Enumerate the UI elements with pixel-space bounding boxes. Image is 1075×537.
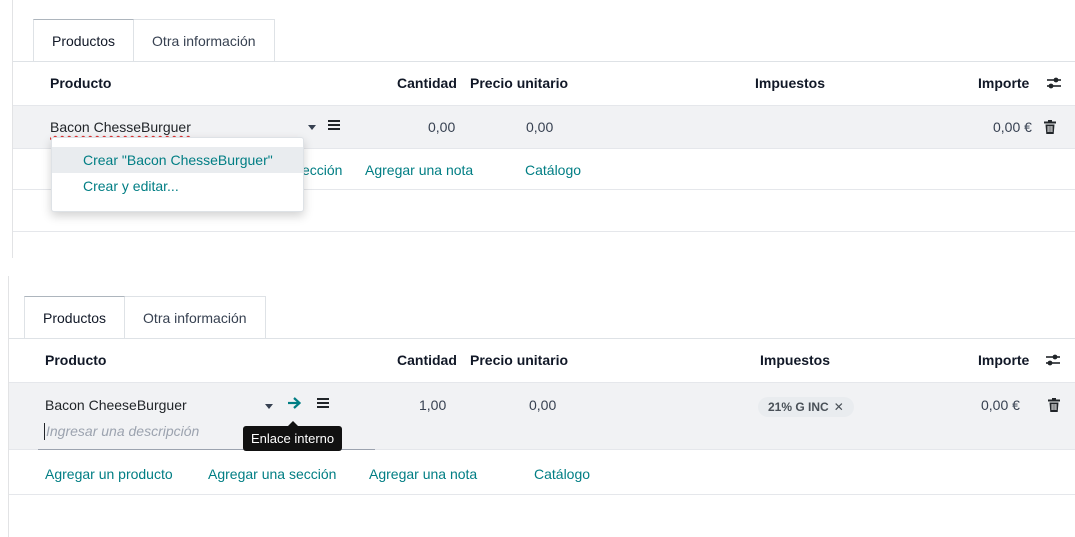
add-section-link[interactable]: Agregar una sección (208, 466, 336, 482)
row-divider (13, 231, 1075, 232)
product-name[interactable]: Bacon CheeseBurguer (45, 397, 187, 413)
cell-importe: 0,00 € (981, 397, 1020, 413)
hamburger-icon[interactable] (328, 120, 340, 130)
cell-precio[interactable]: 0,00 (526, 119, 553, 135)
description-input[interactable]: Ingresar una descripción (46, 423, 199, 439)
header-impuestos[interactable]: Impuestos (760, 352, 830, 368)
create-option[interactable]: Crear "Bacon ChesseBurguer" (52, 147, 303, 173)
trash-icon[interactable] (1044, 120, 1056, 134)
table-header: Producto Cantidad Precio unitario Impues… (9, 339, 1075, 383)
optional-columns-sliders-icon[interactable] (1046, 76, 1062, 90)
add-note-link[interactable]: Agregar una nota (365, 162, 473, 178)
caret-down-icon[interactable] (265, 404, 273, 409)
header-importe[interactable]: Importe (978, 75, 1029, 91)
header-producto[interactable]: Producto (50, 75, 111, 91)
header-precio-unitario[interactable]: Precio unitario (470, 75, 568, 91)
notebook-tabs: Productos Otra información (33, 19, 275, 61)
tab-productos[interactable]: Productos (24, 296, 126, 338)
add-note-link[interactable]: Agregar una nota (369, 466, 477, 482)
catalog-link[interactable]: Catálogo (534, 466, 590, 482)
tax-badge-label: 21% G INC (768, 400, 829, 414)
catalog-link[interactable]: Catálogo (525, 162, 581, 178)
add-section-link[interactable]: ección (302, 162, 342, 178)
arrow-right-icon[interactable] (287, 396, 301, 410)
close-icon[interactable]: ✕ (834, 400, 844, 414)
header-cantidad[interactable]: Cantidad (397, 352, 457, 368)
notebook-tabs: Productos Otra información (24, 296, 266, 338)
cell-importe: 0,00 € (993, 119, 1032, 135)
cell-precio[interactable]: 0,00 (529, 397, 556, 413)
table-header: Producto Cantidad Precio unitario Impues… (13, 62, 1075, 106)
cell-cantidad[interactable]: 0,00 (428, 119, 455, 135)
trash-icon[interactable] (1048, 398, 1060, 412)
optional-columns-sliders-icon[interactable] (1045, 353, 1061, 367)
header-producto[interactable]: Producto (45, 352, 106, 368)
autocomplete-dropdown: Crear "Bacon ChesseBurguer" Crear y edit… (51, 137, 304, 212)
create-and-edit-option[interactable]: Crear y editar... (52, 173, 303, 199)
header-precio-unitario[interactable]: Precio unitario (470, 352, 568, 368)
caret-down-icon[interactable] (308, 125, 316, 130)
cell-cantidad[interactable]: 1,00 (419, 397, 446, 413)
order-lines-panel-bottom: Productos Otra información Producto Cant… (0, 276, 1075, 537)
tax-badge: 21% G INC ✕ (758, 397, 854, 417)
product-input[interactable]: Bacon ChesseBurguer (50, 119, 191, 135)
tab-productos[interactable]: Productos (33, 19, 135, 61)
hamburger-icon[interactable] (317, 398, 329, 408)
tooltip-internal-link: Enlace interno (243, 421, 343, 451)
header-cantidad[interactable]: Cantidad (397, 75, 457, 91)
row-divider (9, 494, 1075, 495)
tab-otra-informacion[interactable]: Otra información (134, 19, 275, 61)
tab-otra-informacion[interactable]: Otra información (125, 296, 266, 338)
order-lines-panel-top: Productos Otra información Producto Cant… (0, 0, 1075, 258)
text-cursor (44, 423, 45, 440)
table-row[interactable]: Bacon CheeseBurguer Ingresar una descrip… (9, 382, 1075, 450)
header-importe[interactable]: Importe (978, 352, 1029, 368)
add-product-link[interactable]: Agregar un producto (45, 466, 173, 482)
header-impuestos[interactable]: Impuestos (755, 75, 825, 91)
